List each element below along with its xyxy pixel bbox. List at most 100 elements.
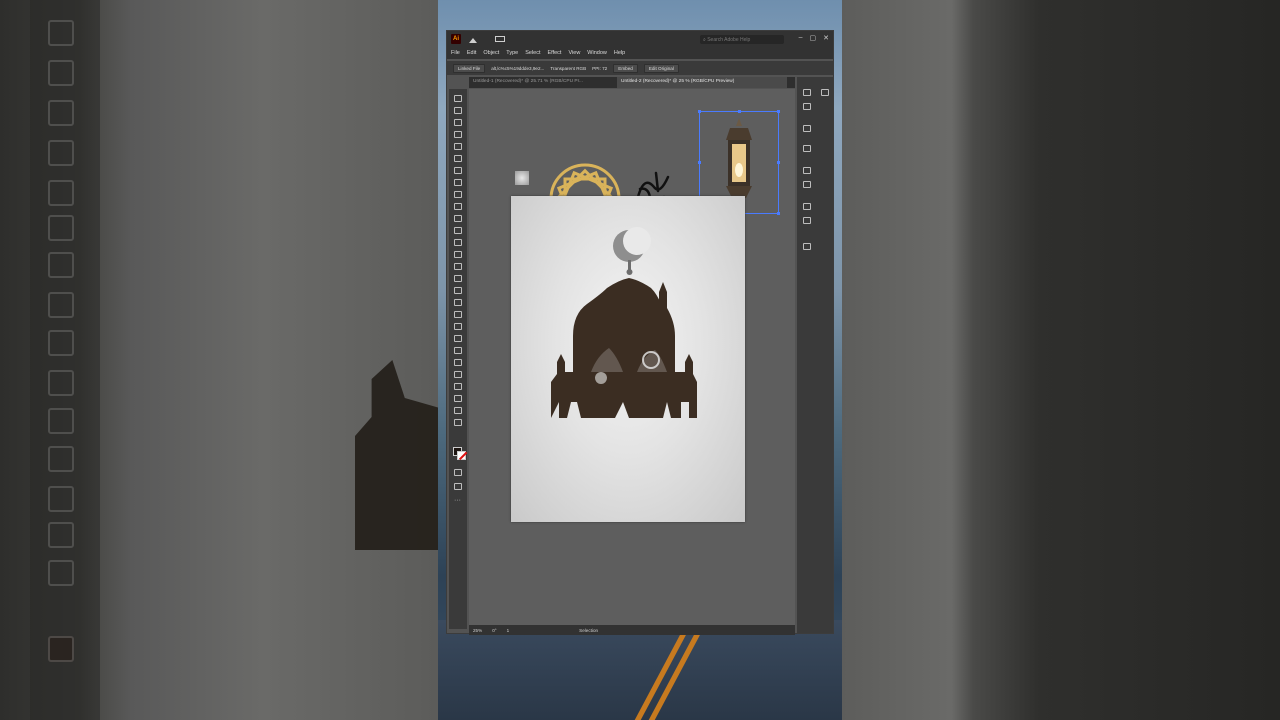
search-input[interactable] bbox=[707, 36, 778, 43]
video-frame: Ai ⌕ – ▢ ✕ File Edit Object Type Select … bbox=[0, 0, 1280, 720]
title-bar: Ai ⌕ – ▢ ✕ bbox=[447, 31, 833, 47]
screen-mode-icon[interactable] bbox=[454, 483, 462, 490]
blurred-tool-icon bbox=[48, 522, 74, 548]
selection-handle[interactable] bbox=[777, 110, 780, 113]
artboard-tool-icon[interactable] bbox=[454, 383, 462, 390]
artboard[interactable] bbox=[511, 196, 745, 522]
menu-type[interactable]: Type bbox=[506, 50, 518, 56]
blurred-fill-swatch bbox=[48, 636, 74, 662]
gradient-tool-icon[interactable] bbox=[454, 323, 462, 330]
control-bar: Linked File alt,lc%c5%19ddde3,9e2... Tra… bbox=[447, 61, 833, 75]
blurred-tool-icon bbox=[48, 330, 74, 356]
column-graph-tool-icon[interactable] bbox=[454, 371, 462, 378]
brushes-icon[interactable] bbox=[803, 145, 811, 152]
appearance-panel-icon[interactable] bbox=[803, 243, 811, 250]
curvature-tool-icon[interactable] bbox=[454, 155, 462, 162]
document-canvas[interactable] bbox=[469, 89, 795, 625]
selection-tool-icon[interactable] bbox=[454, 95, 462, 102]
free-transform-tool-icon[interactable] bbox=[454, 275, 462, 282]
properties-icon[interactable] bbox=[803, 89, 811, 96]
blurred-tool-icon bbox=[48, 408, 74, 434]
slice-tool-icon[interactable] bbox=[454, 395, 462, 402]
libraries-icon[interactable] bbox=[803, 103, 811, 110]
layers-icon[interactable] bbox=[821, 89, 829, 96]
app-logo: Ai bbox=[451, 34, 461, 44]
eraser-tool-icon[interactable] bbox=[454, 227, 462, 234]
close-icon[interactable]: ✕ bbox=[823, 34, 829, 42]
embed-button[interactable]: Embed bbox=[613, 63, 638, 73]
rotate-tool-icon[interactable] bbox=[454, 239, 462, 246]
mesh-tool-icon[interactable] bbox=[454, 311, 462, 318]
blurred-background-left bbox=[0, 0, 438, 720]
tools-panel: ··· bbox=[449, 89, 467, 629]
blurred-tool-icon bbox=[48, 370, 74, 396]
blurred-mosque-silhouette bbox=[355, 360, 438, 550]
rotation-value[interactable]: 0° bbox=[492, 628, 496, 633]
scale-tool-icon[interactable] bbox=[454, 251, 462, 258]
ppi-value: PPI: 72 bbox=[592, 65, 608, 71]
direct-selection-tool-icon[interactable] bbox=[454, 107, 462, 114]
selection-handle[interactable] bbox=[698, 161, 701, 164]
selection-handle[interactable] bbox=[698, 110, 701, 113]
menu-window[interactable]: Window bbox=[587, 50, 607, 56]
stroke-swatch[interactable] bbox=[457, 451, 466, 460]
magic-wand-tool-icon[interactable] bbox=[454, 119, 462, 126]
selection-handle[interactable] bbox=[738, 110, 741, 113]
blurred-tool-icon bbox=[48, 180, 74, 206]
edit-original-button[interactable]: Edit Original bbox=[643, 63, 679, 73]
stroke-panel-icon[interactable] bbox=[803, 167, 811, 174]
lantern-image bbox=[726, 118, 752, 204]
hand-tool-icon[interactable] bbox=[454, 407, 462, 414]
draw-mode-icon[interactable] bbox=[454, 469, 462, 476]
width-tool-icon[interactable] bbox=[454, 263, 462, 270]
workspace-icon[interactable] bbox=[495, 36, 505, 42]
rectangle-tool-icon[interactable] bbox=[454, 191, 462, 198]
mosque-cutout-artwork[interactable] bbox=[511, 196, 745, 522]
type-tool-icon[interactable] bbox=[454, 167, 462, 174]
shaper-tool-icon[interactable] bbox=[454, 215, 462, 222]
zoom-tool-icon[interactable] bbox=[454, 419, 462, 426]
shape-builder-tool-icon[interactable] bbox=[454, 287, 462, 294]
menu-edit[interactable]: Edit bbox=[467, 50, 476, 56]
menu-select[interactable]: Select bbox=[525, 50, 540, 56]
tab-untitled-1[interactable]: Untitled-1 (Recovered)* @ 25.71 % (RGB/C… bbox=[469, 77, 617, 88]
swatches-icon[interactable] bbox=[803, 125, 811, 132]
gradient-panel-icon[interactable] bbox=[803, 181, 811, 188]
menu-file[interactable]: File bbox=[451, 50, 460, 56]
selection-handle[interactable] bbox=[777, 212, 780, 215]
blurred-tool-icon bbox=[48, 20, 74, 46]
artboard-navigator[interactable]: 1 bbox=[507, 628, 510, 633]
blurred-tool-icon bbox=[48, 560, 74, 586]
document-tabs: Untitled-1 (Recovered)* @ 25.71 % (RGB/C… bbox=[469, 77, 795, 88]
blurred-tool-icon bbox=[48, 446, 74, 472]
transform-panel-icon[interactable] bbox=[803, 217, 811, 224]
zoom-level[interactable]: 25% bbox=[473, 628, 482, 633]
tab-untitled-2[interactable]: Untitled-2 (Recovered)* @ 25 % (RGB/CPU … bbox=[617, 77, 787, 88]
color-mode: Transparent RGB bbox=[550, 65, 587, 71]
maximize-icon[interactable]: ▢ bbox=[810, 34, 817, 42]
minimize-icon[interactable]: – bbox=[799, 34, 803, 42]
more-tools-icon[interactable]: ··· bbox=[454, 497, 462, 504]
home-icon[interactable] bbox=[469, 35, 477, 43]
blurred-tool-icon bbox=[48, 140, 74, 166]
linked-file-label[interactable]: Linked File bbox=[453, 63, 486, 73]
current-tool-status[interactable]: Selection bbox=[579, 628, 598, 633]
blurred-tool-icon bbox=[48, 215, 74, 241]
pen-tool-icon[interactable] bbox=[454, 143, 462, 150]
menu-view[interactable]: View bbox=[568, 50, 580, 56]
linked-file-name[interactable]: alt,lc%c5%19ddde3,9e2... bbox=[491, 66, 544, 71]
menu-help[interactable]: Help bbox=[614, 50, 625, 56]
lasso-tool-icon[interactable] bbox=[454, 131, 462, 138]
align-panel-icon[interactable] bbox=[803, 203, 811, 210]
gradient-swatch-object[interactable] bbox=[515, 171, 529, 185]
perspective-grid-tool-icon[interactable] bbox=[454, 299, 462, 306]
selection-handle[interactable] bbox=[777, 161, 780, 164]
eyedropper-tool-icon[interactable] bbox=[454, 335, 462, 342]
menu-object[interactable]: Object bbox=[483, 50, 499, 56]
symbol-sprayer-tool-icon[interactable] bbox=[454, 359, 462, 366]
menu-effect[interactable]: Effect bbox=[548, 50, 562, 56]
blend-tool-icon[interactable] bbox=[454, 347, 462, 354]
line-tool-icon[interactable] bbox=[454, 179, 462, 186]
paintbrush-tool-icon[interactable] bbox=[454, 203, 462, 210]
help-search[interactable]: ⌕ bbox=[700, 35, 784, 44]
